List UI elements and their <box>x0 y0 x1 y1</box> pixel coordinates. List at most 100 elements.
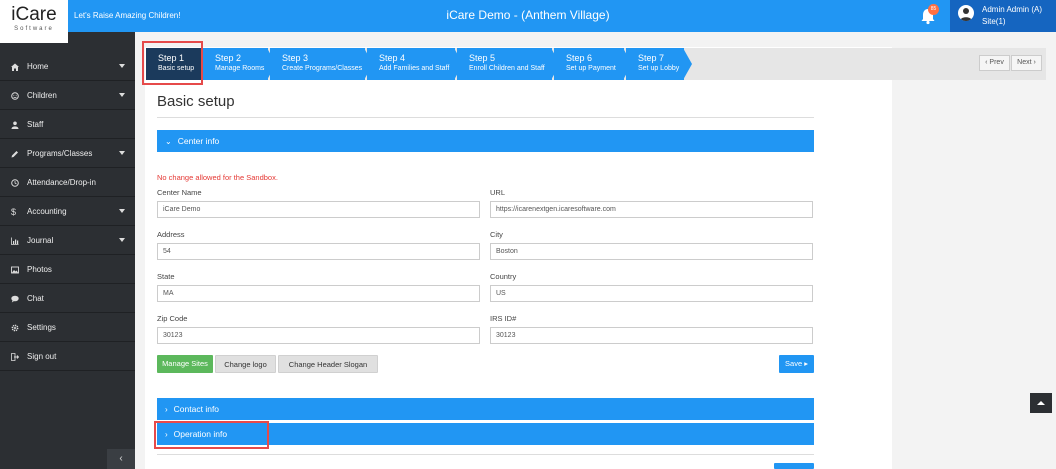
city-input[interactable]: Boston <box>490 243 813 260</box>
sidebar-item-programs[interactable]: Programs/Classes <box>0 140 135 168</box>
step-number: Step 7 <box>638 53 665 63</box>
logo-subtext: Software <box>14 26 54 32</box>
change-slogan-button[interactable]: Change Header Slogan <box>278 355 378 373</box>
irs-input[interactable]: 30123 <box>490 327 813 344</box>
avatar-person-icon <box>960 8 972 21</box>
logo-text: iCare <box>11 4 57 25</box>
user-menu[interactable]: Admin Admin (A) Site(1) <box>950 0 1056 32</box>
city-label: City <box>490 230 503 239</box>
country-label: Country <box>490 272 517 281</box>
center-name-label: Center Name <box>157 188 202 197</box>
chat-icon <box>11 295 19 302</box>
section-title: Operation info <box>173 429 228 439</box>
sidebar-item-label: Attendance/Drop-in <box>27 178 96 187</box>
sidebar-item-label: Accounting <box>27 207 67 216</box>
sidebar-item-label: Home <box>27 62 49 71</box>
header-slogan: Let's Raise Amazing Children! <box>74 11 181 20</box>
step-number: Step 1 <box>158 53 185 63</box>
chart-icon <box>11 237 19 245</box>
sidebar-item-label: Sign out <box>27 352 57 361</box>
divider <box>157 454 814 455</box>
pencil-icon <box>11 150 18 157</box>
caret-down-icon <box>119 151 125 155</box>
address-label: Address <box>157 230 185 239</box>
step-number: Step 4 <box>379 53 406 63</box>
notification-badge: 85 <box>928 4 939 15</box>
bottom-button[interactable] <box>774 463 814 469</box>
caret-down-icon <box>119 209 125 213</box>
step-label: Add Families and Staff <box>379 65 450 72</box>
clock-icon <box>11 178 19 187</box>
center-info-section[interactable]: ⌄ Center info <box>157 130 814 152</box>
step-2[interactable]: Step 2 Manage Rooms <box>203 48 276 80</box>
contact-info-section[interactable]: › Contact info <box>157 398 814 420</box>
staff-icon <box>11 121 19 129</box>
country-input[interactable]: US <box>490 285 813 302</box>
photo-icon <box>11 266 19 273</box>
sidebar-item-accounting[interactable]: $ Accounting <box>0 198 135 226</box>
sidebar-item-home[interactable]: Home <box>0 53 135 81</box>
caret-down-icon <box>119 238 125 242</box>
sidebar-item-staff[interactable]: Staff <box>0 111 135 139</box>
step-label: Manage Rooms <box>215 65 265 72</box>
step-4[interactable]: Step 4 Add Families and Staff <box>367 48 463 80</box>
section-title: Center info <box>177 136 220 146</box>
chevron-down-icon: ⌄ <box>165 136 172 146</box>
manage-sites-button[interactable]: Manage Sites <box>157 355 213 373</box>
user-site: Site(1) <box>982 17 1006 26</box>
sidebar-item-attendance[interactable]: Attendance/Drop-in <box>0 169 135 197</box>
irs-label: IRS ID# <box>490 314 517 323</box>
sidebar-item-label: Photos <box>27 265 52 274</box>
chevron-right-icon: › <box>165 404 168 414</box>
url-input[interactable]: https://icarenextgen.icaresoftware.com <box>490 201 813 218</box>
step-label: Set up Lobby <box>638 65 680 72</box>
sandbox-warning: No change allowed for the Sandbox. <box>157 173 278 182</box>
operation-info-section[interactable]: › Operation info <box>157 423 814 445</box>
step-3[interactable]: Step 3 Create Programs/Classes <box>270 48 373 80</box>
center-name-input[interactable]: iCare Demo <box>157 201 480 218</box>
sidebar-item-signout[interactable]: Sign out <box>0 343 135 371</box>
scroll-to-top-button[interactable] <box>1030 393 1052 413</box>
change-logo-button[interactable]: Change logo <box>215 355 276 373</box>
top-bar: Let's Raise Amazing Children! iCare Demo… <box>0 0 1056 32</box>
gear-icon <box>11 324 19 331</box>
zip-input[interactable]: 30123 <box>157 327 480 344</box>
step-7[interactable]: Step 7 Set up Lobby <box>626 48 692 80</box>
dollar-icon: $ <box>11 206 17 217</box>
state-label: State <box>157 272 175 281</box>
step-5[interactable]: Step 5 Enroll Children and Staff <box>457 48 560 80</box>
page-title: Basic setup <box>157 93 235 110</box>
sidebar-item-children[interactable]: Children <box>0 82 135 110</box>
state-input[interactable]: MA <box>157 285 480 302</box>
avatar <box>958 5 974 21</box>
sidebar-item-label: Staff <box>27 120 44 129</box>
caret-down-icon <box>119 64 125 68</box>
step-1[interactable]: Step 1 Basic setup <box>146 48 209 80</box>
next-button[interactable]: Next › <box>1011 55 1042 71</box>
sidebar-item-label: Settings <box>27 323 56 332</box>
save-button[interactable]: Save ▸ <box>779 355 814 373</box>
section-title: Contact info <box>173 404 220 414</box>
user-name: Admin Admin (A) <box>982 5 1043 14</box>
prev-button[interactable]: ‹ Prev <box>979 55 1010 71</box>
caret-down-icon <box>119 93 125 97</box>
address-input[interactable]: 54 <box>157 243 480 260</box>
sidebar-item-journal[interactable]: Journal <box>0 227 135 255</box>
step-number: Step 3 <box>282 53 309 63</box>
step-number: Step 5 <box>469 53 496 63</box>
caret-up-icon <box>1037 401 1045 405</box>
sidebar-item-photos[interactable]: Photos <box>0 256 135 284</box>
logo[interactable]: iCare Software <box>0 0 68 43</box>
chevron-right-icon: › <box>165 429 168 439</box>
sidebar-item-settings[interactable]: Settings <box>0 314 135 342</box>
step-number: Step 6 <box>566 53 593 63</box>
step-number: Step 2 <box>215 53 242 63</box>
sidebar-item-label: Programs/Classes <box>27 149 93 158</box>
step-label: Basic setup <box>158 65 195 72</box>
divider <box>157 117 814 118</box>
sidebar-item-chat[interactable]: Chat <box>0 285 135 313</box>
children-icon <box>11 91 19 100</box>
sidebar-collapse-button[interactable]: ‹ <box>107 449 135 469</box>
step-6[interactable]: Step 6 Set up Payment <box>554 48 632 80</box>
step-wizard: Step 1 Basic setup Step 2 Manage Rooms S… <box>146 48 1046 80</box>
